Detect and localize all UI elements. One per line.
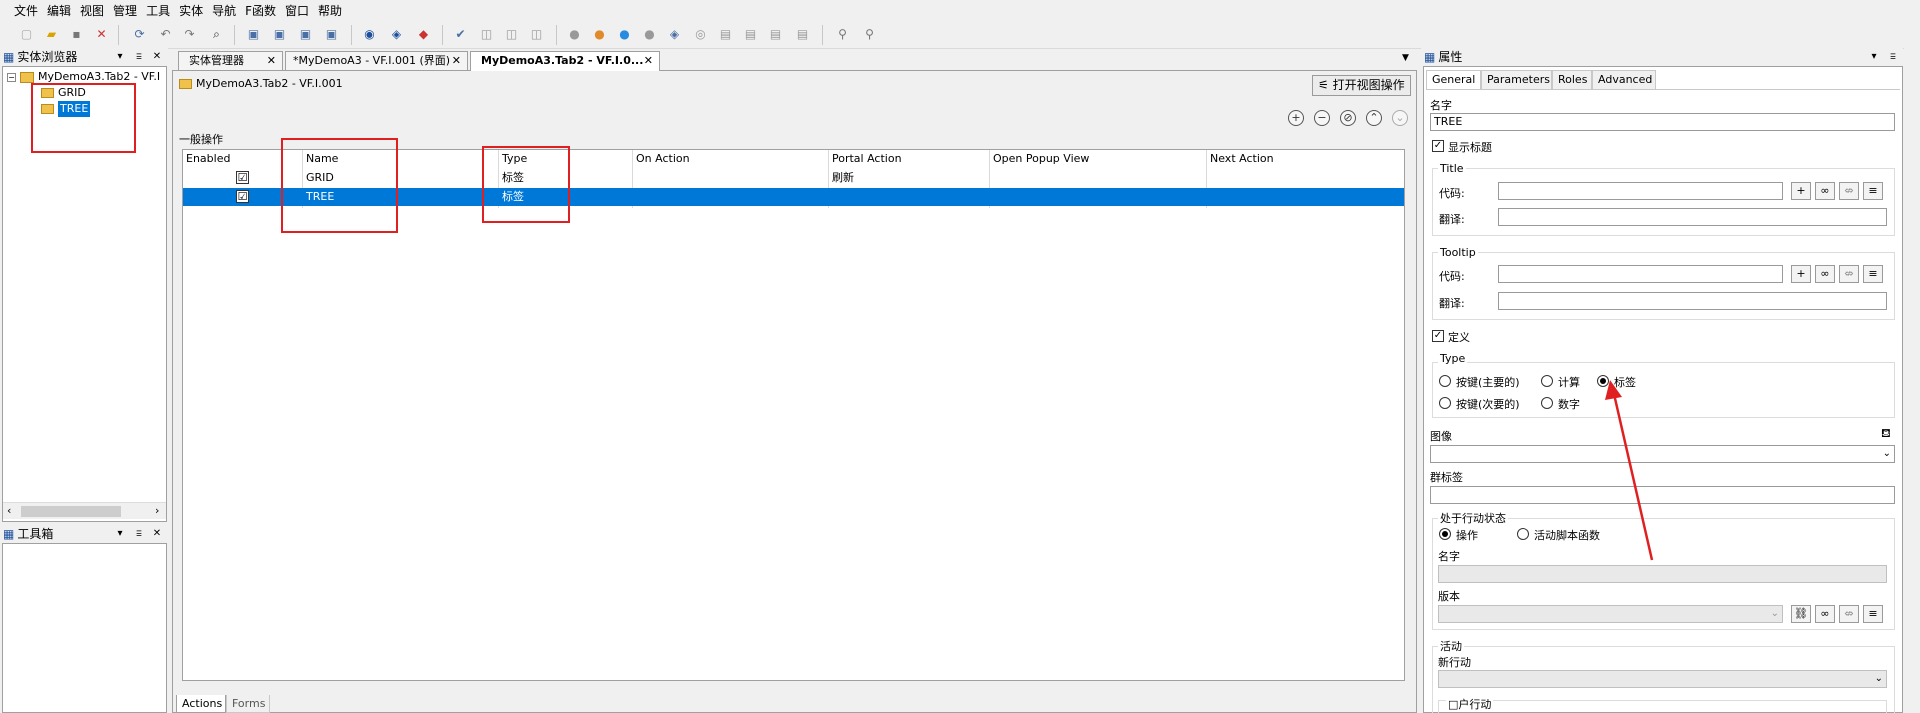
annotation-arrow bbox=[1605, 380, 1654, 561]
